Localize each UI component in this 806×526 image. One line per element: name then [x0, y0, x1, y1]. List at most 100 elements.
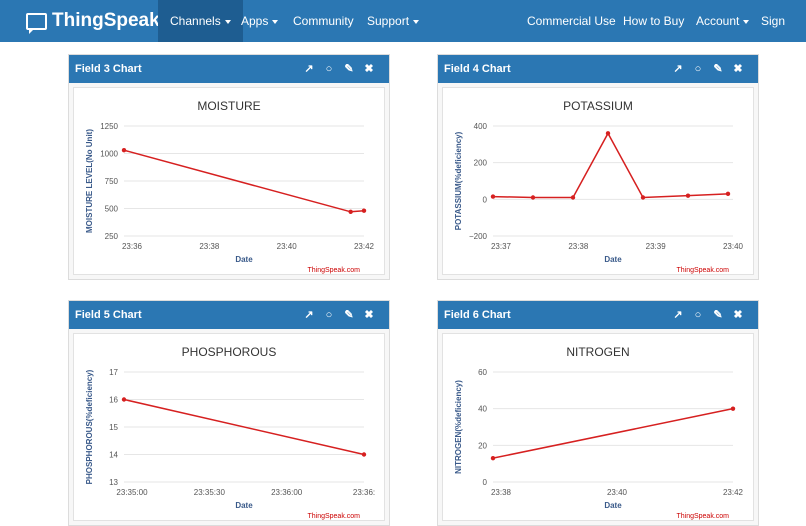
data-point	[725, 191, 731, 197]
x-tick-label: 23:38	[199, 242, 220, 251]
nav-sign-out[interactable]: Sign Out	[761, 0, 806, 70]
y-tick-label: 0	[483, 478, 488, 487]
nav-apps-label: Apps	[241, 14, 269, 28]
x-tick-label: 23:35:30	[194, 488, 226, 497]
y-tick-label: 500	[105, 205, 119, 214]
data-point	[361, 452, 367, 457]
y-tick-label: 400	[474, 122, 488, 131]
chart-title: NITROGEN	[566, 345, 629, 359]
chevron-down-icon	[224, 19, 231, 24]
close-icon[interactable]: ✖	[362, 62, 376, 76]
nav-support[interactable]: Support	[367, 0, 420, 42]
chart-panel: Field 5 Chart ↗ ○ ✎ ✖ PHOSPHOROUS 17 16 15 1…	[68, 300, 390, 526]
data-point	[490, 194, 496, 199]
panel-title: Field 4 Chart	[444, 63, 511, 75]
y-axis-label: MOISTURE LEVEL(No Unit)	[85, 129, 94, 233]
chart-area: NITROGEN 60 40 20 0 23:38 23:40 23:42 Date NITROG…	[442, 333, 754, 521]
nav-commercial-use[interactable]: Commercial Use	[527, 0, 616, 42]
y-tick-label: 250	[105, 232, 119, 241]
y-tick-label: 0	[483, 195, 488, 204]
brand-logo[interactable]: ThingSpeak™	[26, 0, 169, 42]
y-axis-label: PHOSPHOROUS(%deficiency)	[85, 369, 94, 484]
potassium-chart: POTASSIUM 400 200 0 −20023:37 23:38 23:39 23:40…	[454, 99, 744, 274]
data-point	[530, 195, 536, 200]
panel-title: Field 6 Chart	[444, 309, 511, 321]
x-tick-label: 23:39	[646, 242, 667, 251]
data-point	[570, 195, 576, 200]
pencil-icon[interactable]: ✎	[711, 62, 725, 76]
y-axis-label: NITROGEN(%deficiency)	[454, 380, 463, 474]
nav-how-to-buy[interactable]: How to Buy	[623, 0, 684, 42]
chart-credit: ThingSpeak.com	[676, 513, 729, 520]
x-tick-label: 23:36	[122, 242, 143, 251]
x-tick-label: 23:35:00	[116, 488, 148, 497]
panel-title: Field 3 Chart	[75, 63, 142, 75]
phosphorous-chart: PHOSPHOROUS 17 16 15 14 1323:35:00 23:35:30 23:…	[85, 345, 375, 520]
chart-area: MOISTURE 1250 1000 750 500 250 23:36 23:38 23:40…	[73, 87, 385, 275]
external-link-icon[interactable]: ↗	[671, 308, 685, 322]
nav-support-label: Support	[367, 14, 410, 28]
brand-name: ThingSpeak	[52, 10, 160, 31]
nav-how-to-buy-label: How to Buy	[623, 14, 685, 28]
data-point	[640, 195, 646, 200]
pencil-icon[interactable]: ✎	[342, 308, 356, 322]
x-axis-label: Date	[235, 255, 253, 264]
nav-channels[interactable]: Channels	[158, 0, 243, 42]
chart-credit: ThingSpeak.com	[307, 513, 360, 520]
comment-icon[interactable]: ○	[691, 308, 705, 322]
panel-header: Field 3 Chart ↗ ○ ✎ ✖	[69, 55, 389, 83]
y-tick-label: 15	[109, 423, 118, 432]
nav-account[interactable]: Account	[696, 0, 750, 42]
x-axis-label: Date	[235, 501, 253, 510]
chart-credit: ThingSpeak.com	[307, 267, 360, 274]
nitrogen-chart: NITROGEN 60 40 20 023:38 23:40 23:42 Date NITROG…	[454, 345, 744, 520]
nav-community[interactable]: Community	[293, 0, 354, 42]
panel-header: Field 4 Chart ↗ ○ ✎ ✖	[438, 55, 758, 83]
comment-icon[interactable]: ○	[322, 308, 336, 322]
chevron-down-icon	[413, 19, 420, 24]
external-link-icon[interactable]: ↗	[671, 62, 685, 76]
panel-header: Field 5 Chart ↗ ○ ✎ ✖	[69, 301, 389, 329]
chart-area: POTASSIUM 400 200 0 −200 23:37 23:38 23:39 23:40…	[442, 87, 754, 275]
y-tick-label: 1000	[100, 150, 118, 159]
data-point	[490, 455, 496, 461]
close-icon[interactable]: ✖	[362, 308, 376, 322]
chat-bubble-icon	[26, 12, 47, 34]
y-tick-label: 40	[478, 405, 487, 414]
x-tick-label: 23:38	[491, 488, 512, 497]
pencil-icon[interactable]: ✎	[711, 308, 725, 322]
data-point	[605, 131, 611, 136]
comment-icon[interactable]: ○	[322, 62, 336, 76]
x-tick-label: 23:37	[491, 242, 512, 251]
chart-panel: Field 6 Chart ↗ ○ ✎ ✖ NITROGEN 60 40 20 0 23:…	[437, 300, 759, 526]
chart-title: POTASSIUM	[563, 99, 633, 113]
nav-commercial-label: Commercial Use	[527, 14, 616, 28]
comment-icon[interactable]: ○	[691, 62, 705, 76]
chevron-down-icon	[272, 19, 279, 24]
x-tick-label: 23:40	[607, 488, 628, 497]
chart-area: PHOSPHOROUS 17 16 15 14 13 23:35:00 23:35:30 23:…	[73, 333, 385, 521]
pencil-icon[interactable]: ✎	[342, 62, 356, 76]
close-icon[interactable]: ✖	[731, 62, 745, 76]
y-tick-label: 200	[474, 159, 488, 168]
nav-sign-out-label: Sign Out	[761, 14, 786, 70]
y-axis-label: POTASSIUM(%deficiency)	[454, 131, 463, 230]
data-point	[121, 397, 127, 402]
moisture-chart: MOISTURE 1250 1000 750 500 25023:36 23:38 23:40…	[85, 99, 375, 274]
data-point	[730, 406, 736, 411]
y-tick-label: 20	[478, 441, 487, 450]
top-navbar: ThingSpeak™ Channels Apps Community Supp…	[0, 0, 806, 70]
y-tick-label: 13	[109, 478, 118, 487]
external-link-icon[interactable]: ↗	[302, 308, 316, 322]
x-tick-label: 23:36:	[353, 488, 375, 497]
x-axis-label: Date	[604, 255, 622, 264]
nav-apps[interactable]: Apps	[241, 0, 279, 42]
external-link-icon[interactable]: ↗	[302, 62, 316, 76]
y-tick-label: 750	[105, 177, 119, 186]
x-tick-label: 23:36:00	[271, 488, 303, 497]
chevron-down-icon	[743, 19, 750, 24]
data-point	[361, 208, 367, 213]
close-icon[interactable]: ✖	[731, 308, 745, 322]
y-tick-label: 17	[109, 368, 118, 377]
chart-panel: Field 4 Chart ↗ ○ ✎ ✖ POTASSIUM 400 200 0 −2…	[437, 54, 759, 280]
